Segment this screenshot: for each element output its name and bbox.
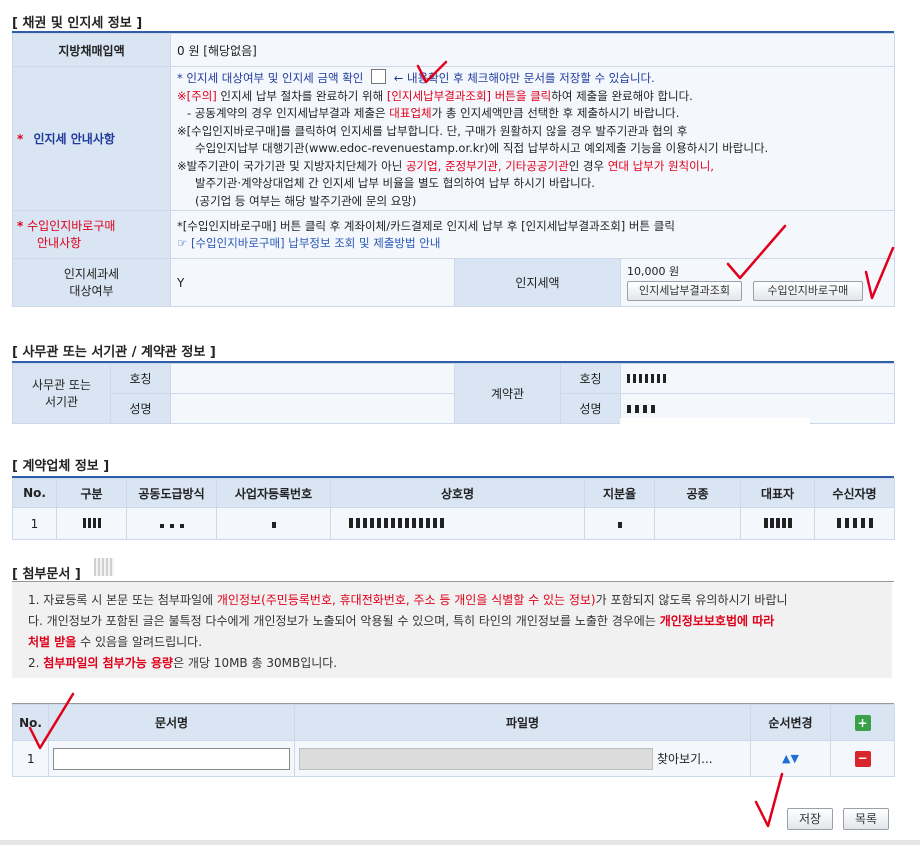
- check-mark-icon: [416, 60, 448, 84]
- check-mark-icon: [726, 224, 787, 280]
- check-mark-icon: [754, 772, 784, 828]
- check-mark-icon: [864, 246, 895, 300]
- check-annotations: [28, 60, 895, 828]
- check-mark-icon: [28, 692, 75, 750]
